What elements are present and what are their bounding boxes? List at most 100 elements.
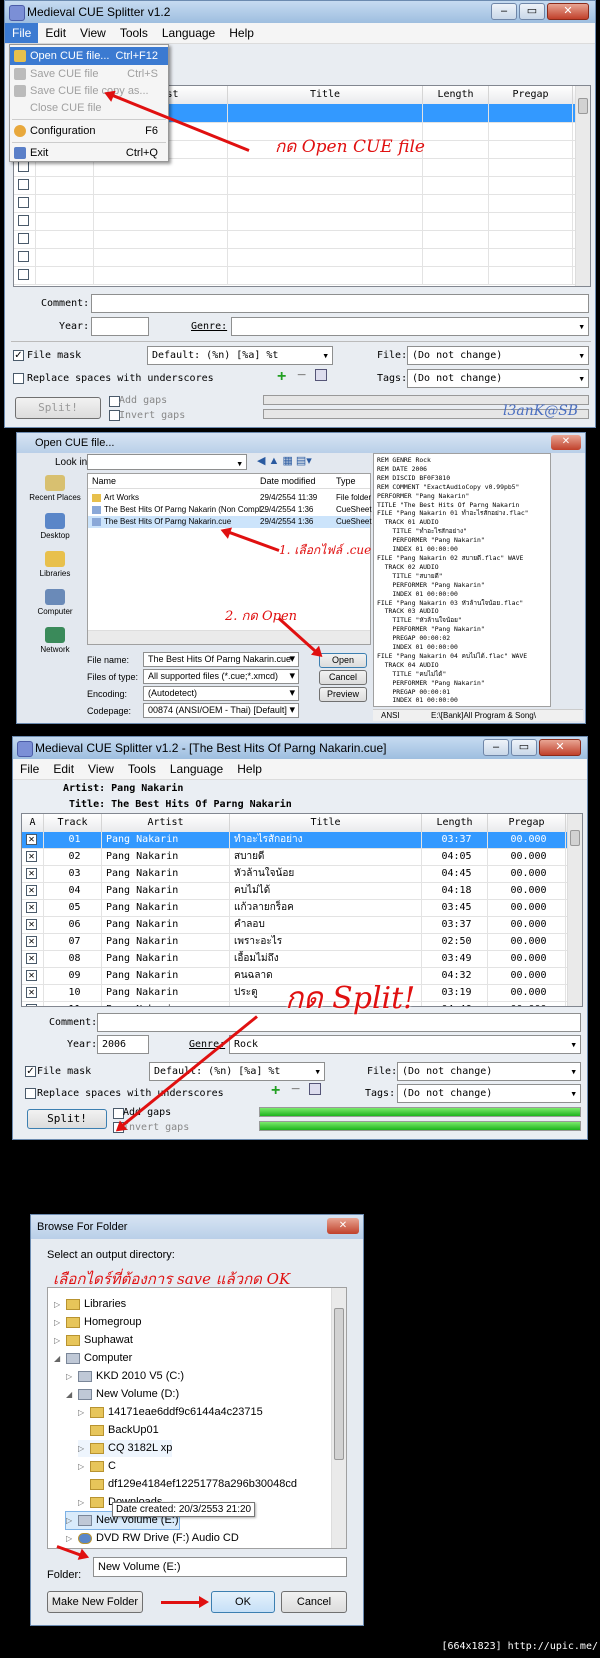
expand-toggle-icon[interactable]: ▷	[78, 1405, 86, 1421]
tags-select[interactable]: (Do not change)	[407, 369, 589, 388]
minimize-button[interactable]: –	[483, 739, 509, 756]
menu-help[interactable]: Help	[222, 23, 261, 43]
tree-item[interactable]: ▷ DVD RW Drive (F:) Audio CD	[66, 1530, 239, 1547]
menu-edit[interactable]: Edit	[38, 23, 73, 43]
minimize-button[interactable]: –	[491, 3, 517, 20]
expand-toggle-icon[interactable]: ▷	[54, 1315, 62, 1331]
table-row[interactable]	[14, 230, 590, 249]
tags-select-2[interactable]: (Do not change)	[397, 1084, 581, 1103]
tree-item[interactable]: ▷ Libraries	[54, 1296, 126, 1313]
menu-help[interactable]: Help	[230, 759, 269, 779]
replace-spaces-checkbox-2[interactable]	[25, 1088, 36, 1099]
row-checkbox[interactable]: ✕	[26, 953, 37, 964]
file-name-input[interactable]: The Best Hits Of Parng Nakarin.cue	[143, 652, 299, 667]
tree-item[interactable]: ▷ Homegroup	[54, 1314, 141, 1331]
file-select[interactable]: (Do not change)	[407, 346, 589, 365]
edit-icon[interactable]	[315, 369, 327, 381]
col-pregap[interactable]: Pregap	[488, 814, 566, 832]
tree-item[interactable]: BackUp01	[78, 1422, 159, 1438]
row-checkbox[interactable]: ✕	[26, 902, 37, 913]
col-title[interactable]: Title	[228, 86, 423, 104]
col-pregap[interactable]: Pregap	[489, 86, 573, 104]
menu-view[interactable]: View	[81, 759, 121, 779]
col-name[interactable]: Name	[92, 474, 116, 489]
tree-item[interactable]: ▷ C	[78, 1458, 116, 1475]
col-type[interactable]: Type	[336, 474, 356, 489]
replace-spaces-checkbox[interactable]	[13, 373, 24, 384]
remove-icon[interactable]: −	[297, 367, 306, 385]
row-checkbox[interactable]: ✕	[26, 834, 37, 845]
make-new-folder-button[interactable]: Make New Folder	[47, 1591, 143, 1613]
tree-item[interactable]: df129e4184ef12251778a296b30048cd	[78, 1476, 297, 1492]
menu-item-configuration[interactable]: Configuration F6	[10, 122, 168, 140]
close-button[interactable]: ✕	[547, 3, 589, 20]
close-icon[interactable]: ✕	[551, 435, 581, 450]
menu-file[interactable]: File	[13, 759, 46, 779]
folder-input[interactable]: New Volume (E:)	[93, 1557, 347, 1577]
menu-edit[interactable]: Edit	[46, 759, 81, 779]
title-bar-2[interactable]: Medieval CUE Splitter v1.2 - [The Best H…	[13, 737, 587, 759]
table-row[interactable]: ✕ 04 Pang Nakarin คบไม่ได้ 04:18 00.000	[22, 883, 582, 900]
files-of-type-select[interactable]: All supported files (*.cue;*.xmcd)	[143, 669, 299, 684]
row-checkbox[interactable]: ✕	[26, 970, 37, 981]
row-checkbox[interactable]: ✕	[26, 868, 37, 879]
col-track[interactable]: Track	[44, 814, 102, 832]
table-row[interactable]: ✕ 01 Pang Nakarin ทำอะไรสักอย่าง 03:37 00.000	[22, 832, 582, 849]
browse-titlebar[interactable]: Browse For Folder ✕	[31, 1215, 363, 1239]
expand-toggle-icon[interactable]: ▷	[78, 1495, 86, 1511]
table-row[interactable]: ✕ 08 Pang Nakarin เอื้อมไม่ถึง 03:49 00.000	[22, 951, 582, 968]
file-select-2[interactable]: (Do not change)	[397, 1062, 581, 1081]
browse-cancel-button[interactable]: Cancel	[281, 1591, 347, 1613]
title-bar[interactable]: Medieval CUE Splitter v1.2 – ▭ ✕	[5, 1, 595, 23]
col-title[interactable]: Title	[230, 814, 422, 832]
menu-view[interactable]: View	[73, 23, 113, 43]
col-artist[interactable]: Artist	[102, 814, 230, 832]
row-checkbox[interactable]: ✕	[26, 936, 37, 947]
file-row[interactable]: The Best Hits Of Parng Nakarin (Non Comp…	[88, 504, 372, 516]
tree-item[interactable]: ◢ New Volume (D:)	[66, 1386, 179, 1403]
expand-toggle-icon[interactable]: ▷	[54, 1333, 62, 1349]
remove-icon[interactable]: −	[291, 1081, 300, 1099]
expand-toggle-icon[interactable]: ▷	[66, 1513, 74, 1529]
row-checkbox[interactable]	[18, 179, 29, 190]
file-mask-checkbox[interactable]: ✓	[13, 350, 24, 361]
expand-toggle-icon[interactable]: ▷	[78, 1441, 86, 1457]
col-a[interactable]: A	[22, 814, 44, 832]
row-checkbox[interactable]: ✕	[26, 987, 37, 998]
file-row[interactable]: Art Works 29/4/2554 11:39 File folder	[88, 492, 371, 504]
menu-item-save-cue[interactable]: Save CUE file Ctrl+S	[10, 65, 168, 83]
row-checkbox[interactable]	[18, 215, 29, 226]
split-button[interactable]: Split!	[15, 397, 101, 419]
expand-toggle-icon[interactable]: ▷	[54, 1297, 62, 1313]
menu-tools[interactable]: Tools	[113, 23, 155, 43]
row-checkbox[interactable]	[18, 251, 29, 262]
place-recent-places[interactable]: Recent Places	[25, 473, 85, 502]
row-checkbox[interactable]	[18, 197, 29, 208]
maximize-button[interactable]: ▭	[511, 739, 537, 756]
open-button[interactable]: Open	[319, 653, 367, 668]
close-button[interactable]: ✕	[539, 739, 581, 756]
file-mask-select-2[interactable]: Default: (%n) [%a] %t	[149, 1062, 325, 1081]
table-row[interactable]	[14, 212, 590, 231]
table-row[interactable]	[14, 266, 590, 285]
genre-select[interactable]	[231, 317, 589, 336]
expand-toggle-icon[interactable]: ◢	[54, 1351, 62, 1367]
add-icon[interactable]: +	[271, 1082, 280, 1100]
menu-item-open-cue[interactable]: Open CUE file... Ctrl+F12	[10, 47, 168, 65]
grid-scrollbar-2[interactable]	[567, 814, 582, 1006]
place-libraries[interactable]: Libraries	[25, 549, 85, 578]
table-row[interactable]	[14, 248, 590, 267]
expand-toggle-icon[interactable]: ▷	[66, 1531, 74, 1547]
encoding-select[interactable]: (Autodetect)	[143, 686, 299, 701]
expand-toggle-icon[interactable]: ◢	[66, 1387, 74, 1403]
open-dialog-titlebar[interactable]: Open CUE file... ✕	[17, 433, 585, 453]
expand-toggle-icon[interactable]: ▷	[78, 1459, 86, 1475]
row-checkbox[interactable]: ✕	[26, 851, 37, 862]
table-row[interactable]	[14, 194, 590, 213]
look-in-select[interactable]	[87, 454, 247, 470]
table-row[interactable]	[14, 176, 590, 195]
col-length[interactable]: Length	[422, 814, 488, 832]
table-row[interactable]: ✕ 06 Pang Nakarin คำลอบ 03:37 00.000	[22, 917, 582, 934]
tree-item[interactable]: ▷ Suphawat	[54, 1332, 133, 1349]
maximize-button[interactable]: ▭	[519, 3, 545, 20]
